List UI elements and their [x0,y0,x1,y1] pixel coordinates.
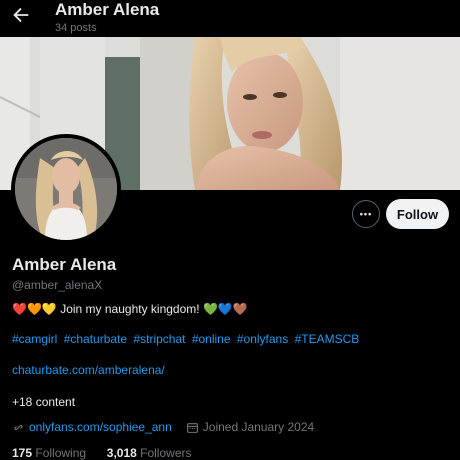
website-link[interactable]: chaturbate.com/amberalena/ [12,363,165,377]
following-link[interactable]: 175 Following [12,446,86,460]
brown-heart-icon: 🤎 [232,302,248,316]
content-note: +18 content [12,395,76,409]
joined-date: Joined January 2024 [202,420,315,434]
blue-heart-icon: 💙 [217,302,233,316]
orange-heart-icon: 🧡 [26,302,42,316]
more-options-button[interactable]: ••• [352,200,380,228]
profile-meta: onlyfans.com/sophiee_ann Joined January … [12,420,314,434]
link-icon [14,424,23,430]
followers-count: 3,018 [106,446,137,460]
followers-link[interactable]: 3,018 Followers [107,446,192,460]
following-count: 175 [12,446,33,460]
profile-link[interactable]: onlyfans.com/sophiee_ann [29,420,172,434]
back-arrow-icon[interactable] [10,4,32,26]
hashtag-teamscb[interactable]: #TEAMSCB [295,332,360,346]
red-heart-icon: ❤️ [12,302,27,316]
header-title: Amber Alena [55,0,160,19]
hashtag-camgirl[interactable]: #camgirl [12,332,57,346]
calendar-icon [186,422,198,433]
bio-text: Join my naughty kingdom! [60,302,200,316]
follow-stats: 175 Following 3,018 Followers [12,446,192,460]
green-heart-icon: 💚 [202,302,218,316]
profile-handle: @amber_alenaX [12,278,103,292]
hashtag-chaturbate[interactable]: #chaturbate [64,332,127,346]
hashtag-onlyfans[interactable]: #onlyfans [237,332,288,346]
bio: ❤️🧡💛 Join my naughty kingdom! 💚💙🤎 [12,302,248,316]
avatar[interactable] [15,138,117,240]
followers-label: Followers [140,446,192,460]
avatar-photo [15,138,117,240]
more-icon: ••• [359,209,373,219]
hashtag-online[interactable]: #online [192,332,231,346]
hashtag-list: #camgirl #chaturbate #stripchat #online … [12,332,362,346]
top-bar: Amber Alena 34 posts [0,0,460,37]
hashtag-stripchat[interactable]: #stripchat [133,332,185,346]
following-label: Following [35,446,87,460]
follow-button[interactable]: Follow [386,199,449,229]
yellow-heart-icon: 💛 [41,302,57,316]
profile-name: Amber Alena [12,255,117,274]
post-count: 34 posts [55,22,97,34]
